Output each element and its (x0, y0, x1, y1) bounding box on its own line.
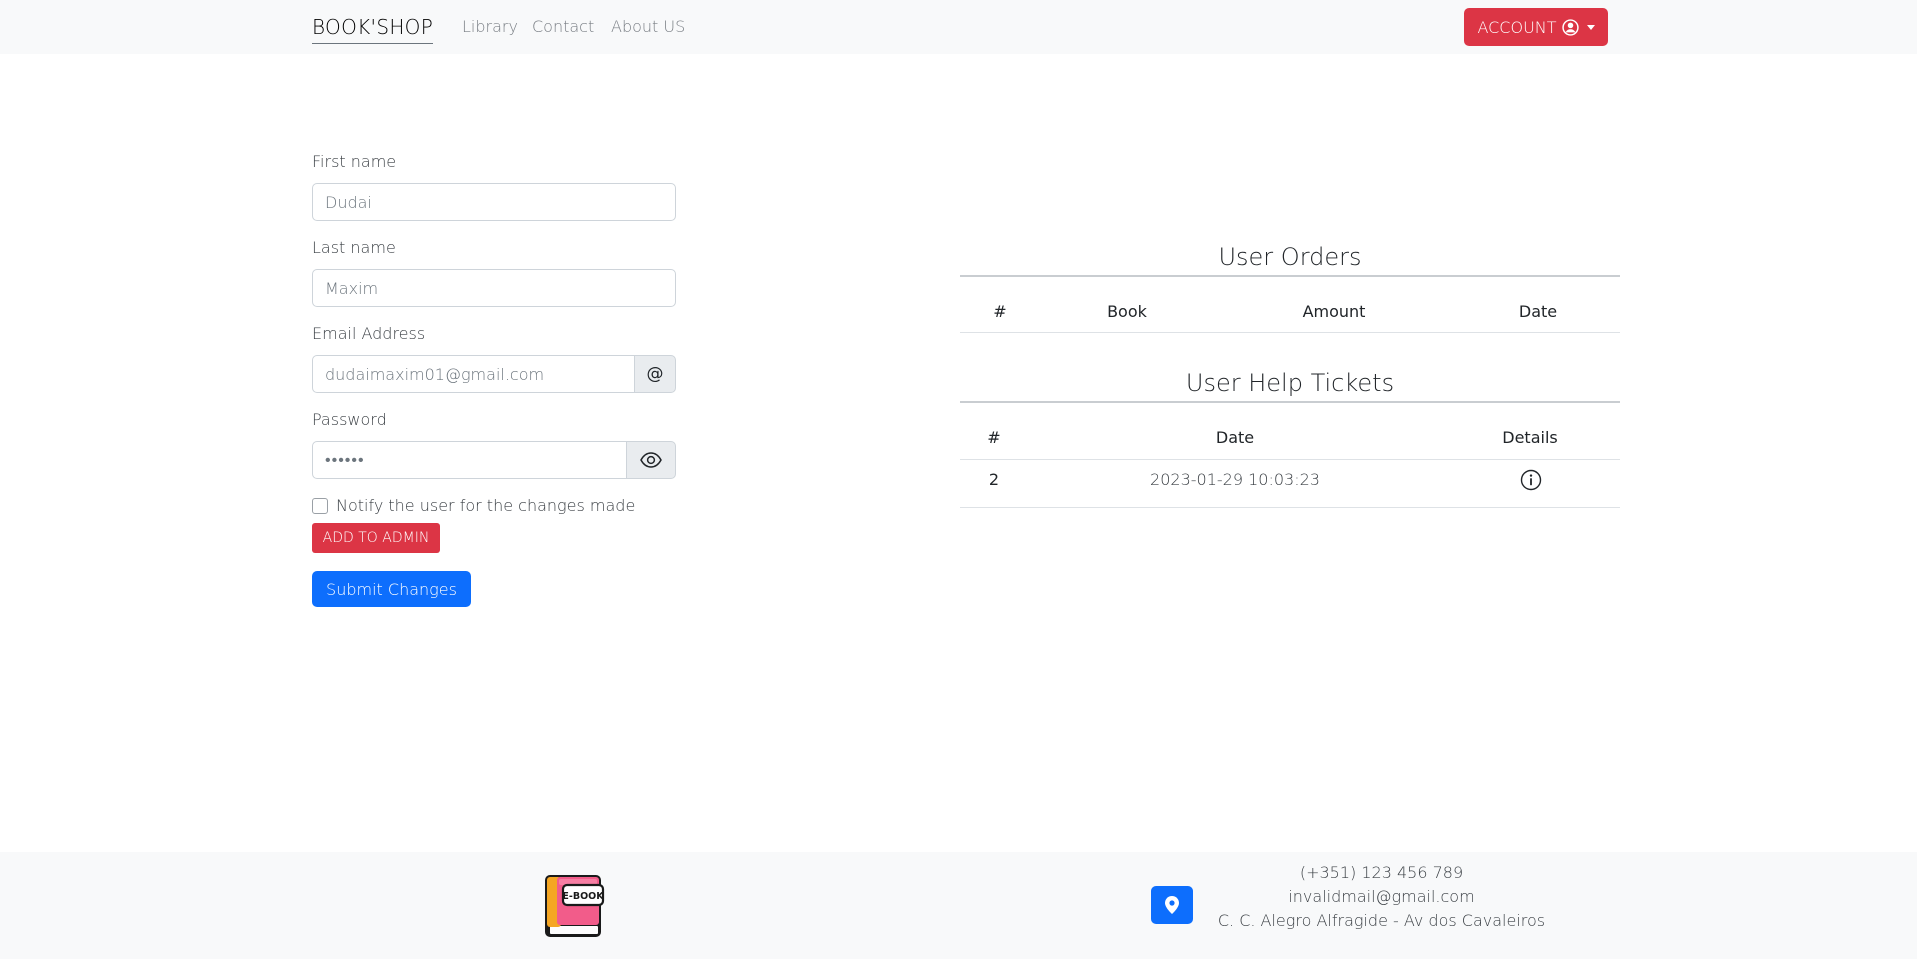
user-circle-icon (1561, 18, 1579, 36)
first-name-label: First name (312, 152, 397, 171)
add-to-admin-button[interactable]: ADD TO ADMIN (312, 523, 440, 553)
password-label: Password (312, 410, 387, 429)
footer-address: C. C. Alegro Alfragide - Av dos Cavaleir… (1217, 911, 1546, 930)
ticket-details-button[interactable] (1520, 469, 1542, 491)
at-sign-icon: @ (634, 355, 676, 393)
notify-row: Notify the user for the changes made (312, 496, 635, 516)
orders-col-book: Book (1107, 302, 1147, 321)
orders-col-number: # (993, 302, 1007, 321)
divider (960, 332, 1620, 333)
divider (960, 459, 1620, 460)
email-input[interactable] (312, 355, 635, 393)
ticket-number: 2 (988, 470, 1000, 489)
nav-link-contact[interactable]: Contact (532, 17, 594, 37)
toggle-password-visibility-button[interactable] (626, 441, 676, 479)
nav-link-about-us[interactable]: About US (611, 17, 685, 37)
password-input[interactable] (312, 441, 627, 479)
user-help-tickets-title: User Help Tickets (1185, 369, 1395, 397)
caret-down-icon (1586, 24, 1595, 30)
first-name-input[interactable] (312, 183, 676, 221)
brand-logo[interactable]: BOOK'SHOP (312, 14, 434, 44)
tickets-col-date: Date (1215, 428, 1255, 447)
footer (0, 852, 1917, 959)
notify-checkbox[interactable] (312, 498, 328, 514)
email-label: Email Address (312, 324, 426, 343)
footer-email: invalidmail@gmail.com (1288, 887, 1475, 906)
last-name-input[interactable] (312, 269, 676, 307)
ebook-logo-text: E-BOOK (562, 891, 604, 902)
divider (960, 275, 1620, 277)
orders-col-date: Date (1518, 302, 1558, 321)
divider (960, 507, 1620, 508)
orders-col-amount: Amount (1302, 302, 1366, 321)
notify-label: Notify the user for the changes made (336, 496, 636, 515)
tickets-col-number: # (987, 428, 1001, 447)
account-dropdown-button[interactable]: ACCOUNT (1464, 8, 1608, 46)
ebook-logo-icon: E-BOOK (543, 873, 605, 939)
divider (960, 401, 1620, 403)
nav-link-library[interactable]: Library (462, 17, 518, 37)
info-circle-icon (1520, 469, 1542, 491)
submit-changes-button[interactable]: Submit Changes (312, 571, 471, 607)
last-name-label: Last name (312, 238, 396, 257)
footer-phone: (+351) 123 456 789 (1299, 863, 1464, 882)
tickets-col-details: Details (1502, 428, 1558, 447)
location-pin-icon (1151, 886, 1193, 924)
eye-icon (640, 452, 662, 468)
account-button-label: ACCOUNT (1477, 17, 1557, 37)
user-orders-title: User Orders (1218, 243, 1362, 271)
navbar: BOOK'SHOP Library Contact About US ACCOU… (0, 0, 1917, 54)
ticket-date: 2023-01-29 10:03:23 (1150, 470, 1320, 489)
